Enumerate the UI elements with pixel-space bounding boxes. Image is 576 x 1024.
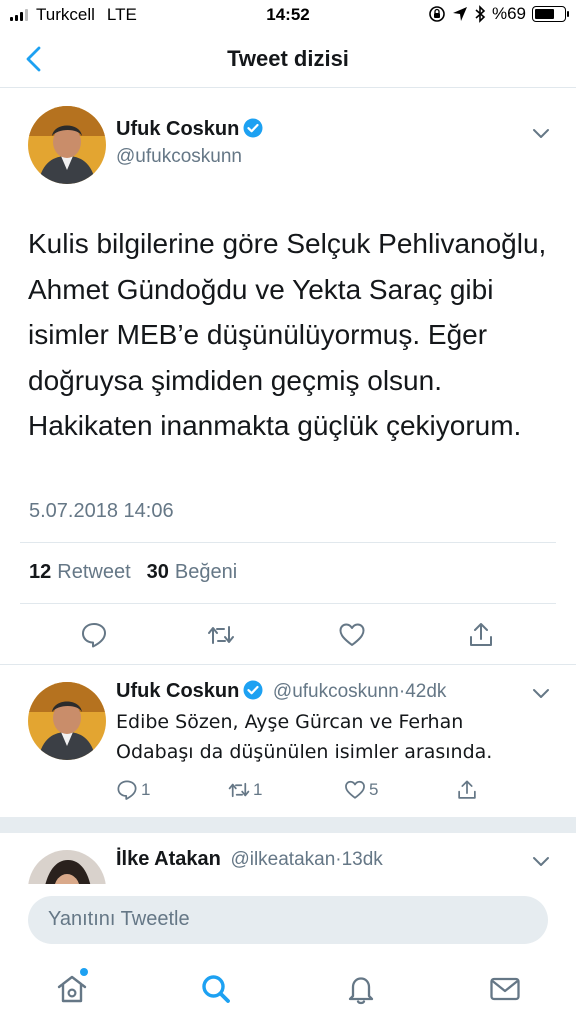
search-icon[interactable]: [199, 972, 233, 1006]
battery-percent: %69: [491, 4, 526, 23]
nav-bar: Tweet dizisi: [0, 30, 576, 88]
like-icon[interactable]: [338, 621, 366, 649]
share-icon: [458, 780, 476, 799]
home-icon[interactable]: [55, 972, 89, 1006]
reply-share-button[interactable]: [456, 779, 478, 801]
share-icon[interactable]: [467, 621, 495, 649]
page-title: Tweet dizisi: [227, 46, 349, 71]
reply-like-button[interactable]: 5: [344, 779, 378, 801]
battery-icon: [532, 6, 569, 22]
reply-actions: 1 1 5: [116, 779, 496, 805]
reply-input[interactable]: Yanıtını Tweetle: [28, 896, 548, 944]
verified-icon: [243, 118, 263, 138]
next-author-line: İlke Atakan @ilkeatakan·13dk: [116, 848, 383, 871]
divider: [20, 603, 556, 604]
reply-text: Edibe Sözen, Ayşe Gürcan ve Ferhan Odaba…: [116, 711, 493, 763]
tweet-timestamp: 5.07.2018 14:06: [29, 500, 174, 522]
reply-reply-count: 1: [141, 780, 151, 799]
tweet-stats: 12 Retweet 30 Beğeni: [29, 561, 237, 584]
tab-bar: [0, 954, 576, 1024]
location-icon: [452, 7, 467, 21]
chevron-down-icon[interactable]: [531, 123, 551, 143]
home-notification-dot: [80, 968, 88, 976]
verified-icon: [243, 680, 263, 700]
next-age: ·13dk: [335, 849, 383, 870]
author-handle[interactable]: @ufukcoskunn: [116, 146, 242, 168]
like-count[interactable]: 30: [147, 561, 169, 584]
chevron-down-icon[interactable]: [531, 851, 551, 871]
retweet-icon[interactable]: [207, 621, 235, 649]
retweet-label[interactable]: Retweet: [57, 561, 130, 584]
tweet-text: Kulis bilgilerine göre Selçuk Pehlivanoğ…: [28, 228, 547, 441]
retweet-icon: [228, 782, 250, 798]
bluetooth-icon: [475, 5, 486, 23]
divider: [20, 542, 556, 543]
author-name[interactable]: Ufuk Coskun: [116, 118, 239, 140]
chevron-down-icon[interactable]: [531, 683, 551, 703]
reply-retweet-count: 1: [253, 780, 263, 799]
next-author-handle[interactable]: @ilkeatakan: [230, 849, 335, 870]
next-author-name[interactable]: İlke Atakan: [116, 848, 221, 870]
messages-icon[interactable]: [488, 972, 522, 1006]
rotation-lock-icon: [429, 6, 445, 22]
reply-author-line: Ufuk Coskun @ufukcoskunn·42dk: [116, 680, 446, 703]
compose-bar: Yanıtını Tweetle: [0, 884, 576, 954]
reply-author-handle[interactable]: @ufukcoskunn: [273, 681, 399, 702]
like-icon: [345, 780, 365, 799]
reply-reply-button[interactable]: 1: [116, 779, 150, 801]
reply-icon: [117, 780, 137, 800]
reply-age: ·42dk: [398, 681, 447, 702]
status-right: %69: [428, 4, 569, 24]
reply-like-count: 5: [369, 780, 379, 799]
notifications-icon[interactable]: [344, 972, 378, 1006]
avatar[interactable]: [28, 106, 106, 184]
avatar[interactable]: [28, 682, 106, 760]
thread-separator: [0, 817, 576, 833]
reply-retweet-button[interactable]: 1: [228, 779, 262, 801]
status-bar: Turkcell LTE 14:52 %69: [0, 0, 576, 30]
reply-icon[interactable]: [80, 621, 108, 649]
author-line: Ufuk Coskun: [116, 118, 263, 141]
like-label[interactable]: Beğeni: [175, 561, 237, 584]
reply-author-name[interactable]: Ufuk Coskun: [116, 680, 239, 702]
retweet-count[interactable]: 12: [29, 561, 51, 584]
divider: [0, 664, 576, 665]
